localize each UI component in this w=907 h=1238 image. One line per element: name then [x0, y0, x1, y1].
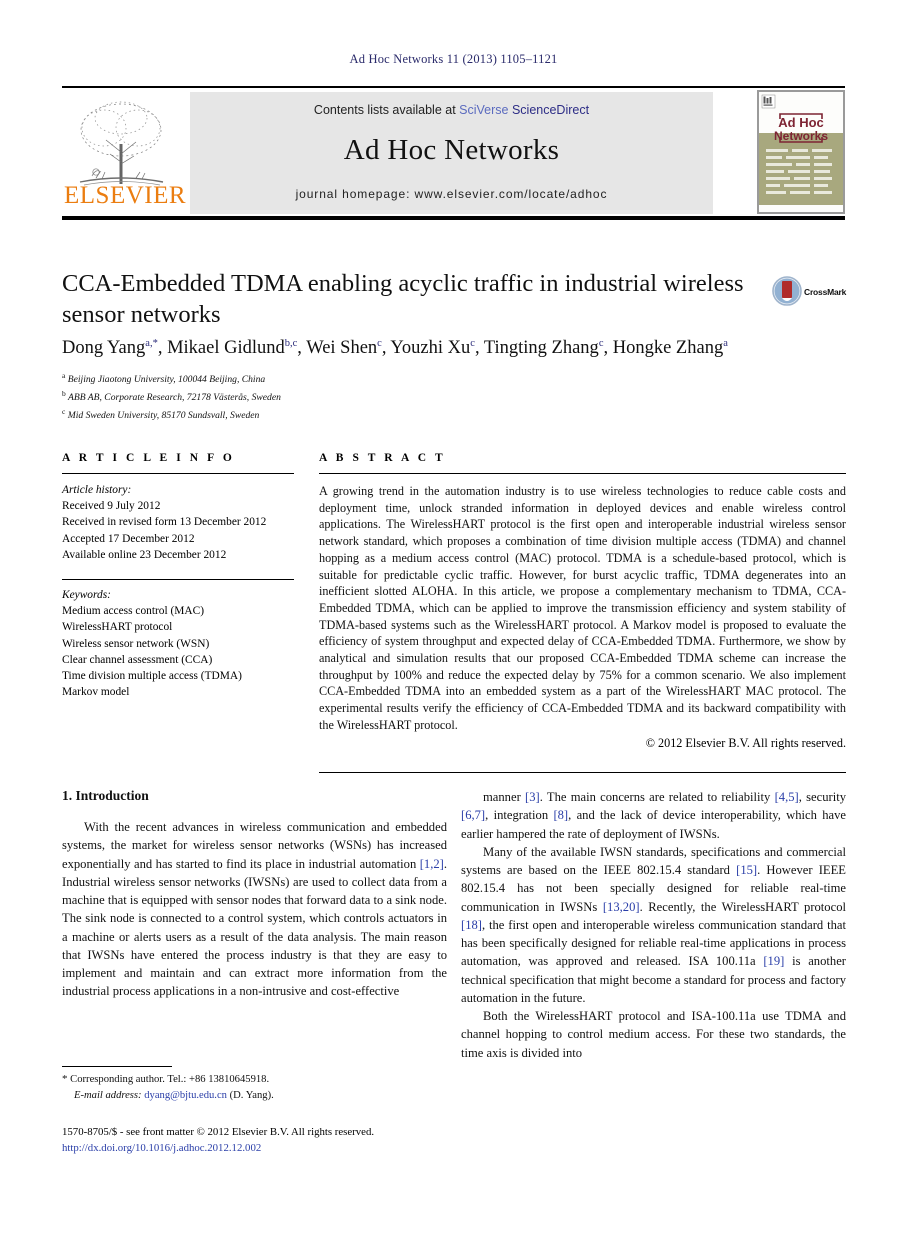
footnote-corresponding-line: * Corresponding author. Tel.: +86 138106…	[62, 1072, 447, 1088]
left-column-paragraphs: With the recent advances in wireless com…	[62, 818, 447, 1001]
contents-available-line: Contents lists available at SciVerse Sci…	[190, 103, 713, 117]
running-head: Ad Hoc Networks 11 (2013) 1105–1121	[349, 52, 558, 66]
body-column-right: manner [3]. The main concerns are relate…	[461, 788, 846, 1062]
journal-homepage-link[interactable]: journal homepage: www.elsevier.com/locat…	[190, 187, 713, 201]
article-history-item: Available online 23 December 2012	[62, 548, 227, 561]
corresponding-author-footnote: * Corresponding author. Tel.: +86 138106…	[62, 1066, 447, 1103]
keyword-item: Medium access control (MAC)	[62, 605, 205, 618]
keywords-rule	[62, 578, 294, 580]
masthead-bottom-rule	[62, 216, 845, 220]
keywords-label: Keywords:	[62, 588, 111, 601]
affiliation-item: a Beijing Jiaotong University, 100044 Be…	[62, 371, 266, 386]
elsevier-wordmark: ELSEVIER	[64, 182, 187, 209]
crossmark-logo-icon	[772, 276, 802, 306]
article-history-items: Received 9 July 2012 Received in revised …	[62, 498, 294, 563]
section-heading-introduction: 1. Introduction	[62, 788, 149, 803]
cover-artwork-icon: Ad Hoc Networks	[758, 91, 844, 213]
doi-link[interactable]: http://dx.doi.org/10.1016/j.adhoc.2012.1…	[62, 1140, 562, 1156]
article-history-item: Received in revised form 13 December 201…	[62, 516, 267, 529]
body-paragraph: Many of the available IWSN standards, sp…	[461, 844, 846, 1005]
journal-cover-thumbnail: Ad Hoc Networks	[757, 90, 845, 214]
right-column-paragraphs: manner [3]. The main concerns are relate…	[461, 788, 846, 1062]
author-list: Dong Yanga,*, Mikael Gidlundb,c, Wei She…	[62, 338, 728, 359]
body-paragraph: manner [3]. The main concerns are relate…	[461, 790, 847, 841]
body-paragraph: Both the WirelessHART protocol and ISA-1…	[461, 1009, 846, 1060]
affiliation-item: c Mid Sweden University, 85170 Sundsvall…	[62, 406, 260, 421]
keyword-item: Clear channel assessment (CCA)	[62, 653, 213, 666]
keyword-items: Medium access control (MAC) WirelessHART …	[62, 603, 294, 700]
abstract-text: A growing trend in the automation indust…	[319, 484, 846, 732]
crossmark-badge[interactable]: CrossMark	[772, 276, 846, 312]
paper-page: Ad Hoc Networks 11 (2013) 1105–1121 ELSE…	[0, 0, 907, 1238]
crossmark-label: CrossMark	[804, 287, 847, 297]
article-history-item: Accepted 17 December 2012	[62, 532, 195, 545]
sciverse-link[interactable]: SciVerse	[459, 103, 512, 117]
footnote-email-label: E-mail address:	[74, 1089, 142, 1101]
affiliation-list: a Beijing Jiaotong University, 100044 Be…	[62, 370, 562, 423]
svg-text:Ad Hoc: Ad Hoc	[778, 115, 824, 130]
footnote-email-link[interactable]: dyang@bjtu.edu.cn	[144, 1090, 227, 1101]
contents-banner: Contents lists available at SciVerse Sci…	[190, 92, 713, 214]
affiliation-item: b ABB AB, Corporate Research, 72178 Väst…	[62, 388, 281, 403]
footnote-email-line: E-mail address: dyang@bjtu.edu.cn (D. Ya…	[62, 1088, 447, 1103]
article-history-block: Article history: Received 9 July 2012 Rec…	[62, 482, 294, 563]
journal-title: Ad Hoc Networks	[343, 134, 560, 166]
footnote-corresponding-text: Corresponding author. Tel.: +86 13810645…	[70, 1074, 270, 1085]
elsevier-logo: ELSEVIER	[62, 92, 186, 214]
page-footer: 1570-8705/$ - see front matter © 2012 El…	[62, 1124, 562, 1156]
abstract-bottom-rule	[319, 772, 846, 773]
keyword-item: WirelessHART protocol	[62, 621, 173, 634]
sciencedirect-link[interactable]: ScienceDirect	[512, 103, 589, 117]
page-title: CCA-Embedded TDMA enabling acyclic traff…	[62, 270, 744, 329]
svg-text:Networks: Networks	[774, 129, 828, 143]
keywords-block: Keywords: Medium access control (MAC) Wir…	[62, 587, 294, 700]
issn-copyright-line: 1570-8705/$ - see front matter © 2012 El…	[62, 1126, 375, 1138]
body-column-left: 1. Introduction With the recent advances…	[62, 788, 447, 1001]
footnote-star-marker: *	[62, 1073, 68, 1085]
footnote-rule	[62, 1066, 172, 1067]
keyword-item: Wireless sensor network (WSN)	[62, 637, 210, 650]
footnote-email-suffix: (D. Yang).	[229, 1089, 274, 1101]
body-paragraph: With the recent advances in wireless com…	[62, 820, 447, 999]
article-history-item: Received 9 July 2012	[62, 500, 161, 513]
abstract-copyright: © 2012 Elsevier B.V. All rights reserved…	[645, 735, 846, 750]
abstract-heading: A B S T R A C T	[319, 452, 446, 464]
title-block: CCA-Embedded TDMA enabling acyclic traff…	[62, 268, 762, 331]
keyword-item: Markov model	[62, 686, 130, 699]
keyword-item: Time division multiple access (TDMA)	[62, 669, 242, 682]
article-info-rule	[62, 473, 294, 474]
contents-prefix: Contents lists available at	[313, 103, 460, 117]
article-info-heading: A R T I C L E I N F O	[62, 452, 235, 464]
article-history-label: Article history:	[62, 484, 132, 496]
article-info-column: A R T I C L E I N F O Article history: R…	[62, 452, 294, 700]
abstract-column: A B S T R A C T A growing trend in the a…	[319, 452, 846, 751]
abstract-rule	[319, 473, 846, 474]
journal-masthead: ELSEVIER Contents lists available at Sci…	[62, 86, 845, 220]
elsevier-tree-icon	[79, 101, 164, 186]
